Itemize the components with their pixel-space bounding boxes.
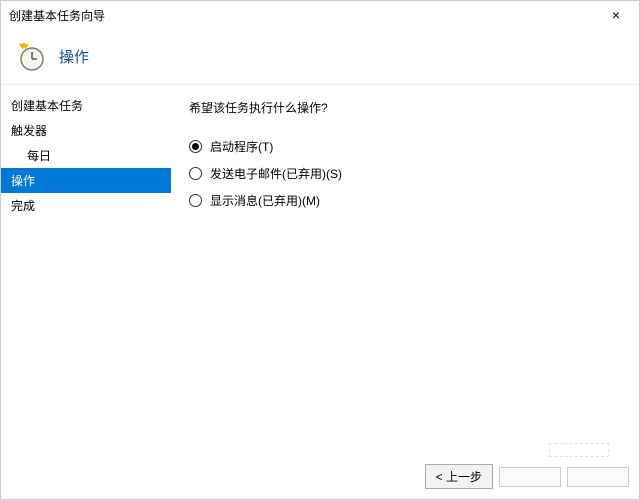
sidebar: 创建基本任务 触发器 每日 操作 完成 (1, 85, 171, 455)
option-send-email[interactable]: 发送电子邮件(已弃用)(S) (189, 165, 621, 182)
wizard-window: 创建基本任务向导 × 操作 创建基本任务 触发器 每日 操作 完成 希望该任务执… (0, 0, 640, 500)
option-start-program[interactable]: 启动程序(T) (189, 138, 621, 155)
content: 希望该任务执行什么操作? 启动程序(T) 发送电子邮件(已弃用)(S) 显示消息… (171, 85, 639, 455)
sidebar-item-action[interactable]: 操作 (1, 168, 171, 193)
prompt-text: 希望该任务执行什么操作? (189, 99, 621, 116)
footer: < 上一步 (425, 464, 629, 489)
option-label: 启动程序(T) (210, 138, 273, 155)
sidebar-item-trigger[interactable]: 触发器 (1, 118, 171, 143)
body: 创建基本任务 触发器 每日 操作 完成 希望该任务执行什么操作? 启动程序(T)… (1, 85, 639, 455)
sidebar-item-create-task[interactable]: 创建基本任务 (1, 93, 171, 118)
header: 操作 (1, 29, 639, 85)
radio-icon (189, 140, 202, 153)
titlebar: 创建基本任务向导 × (1, 1, 639, 29)
close-button[interactable]: × (601, 7, 631, 23)
clock-task-icon (17, 42, 47, 72)
sidebar-item-finish[interactable]: 完成 (1, 193, 171, 218)
window-title: 创建基本任务向导 (9, 7, 105, 24)
page-title: 操作 (59, 46, 89, 67)
radio-icon (189, 167, 202, 180)
option-display-message[interactable]: 显示消息(已弃用)(M) (189, 192, 621, 209)
next-button[interactable] (499, 467, 561, 487)
back-button[interactable]: < 上一步 (425, 464, 493, 489)
radio-icon (189, 194, 202, 207)
sidebar-item-daily[interactable]: 每日 (1, 143, 171, 168)
option-label: 显示消息(已弃用)(M) (210, 192, 320, 209)
cancel-button[interactable] (567, 467, 629, 487)
decorative-artifact (549, 443, 609, 457)
option-label: 发送电子邮件(已弃用)(S) (210, 165, 342, 182)
